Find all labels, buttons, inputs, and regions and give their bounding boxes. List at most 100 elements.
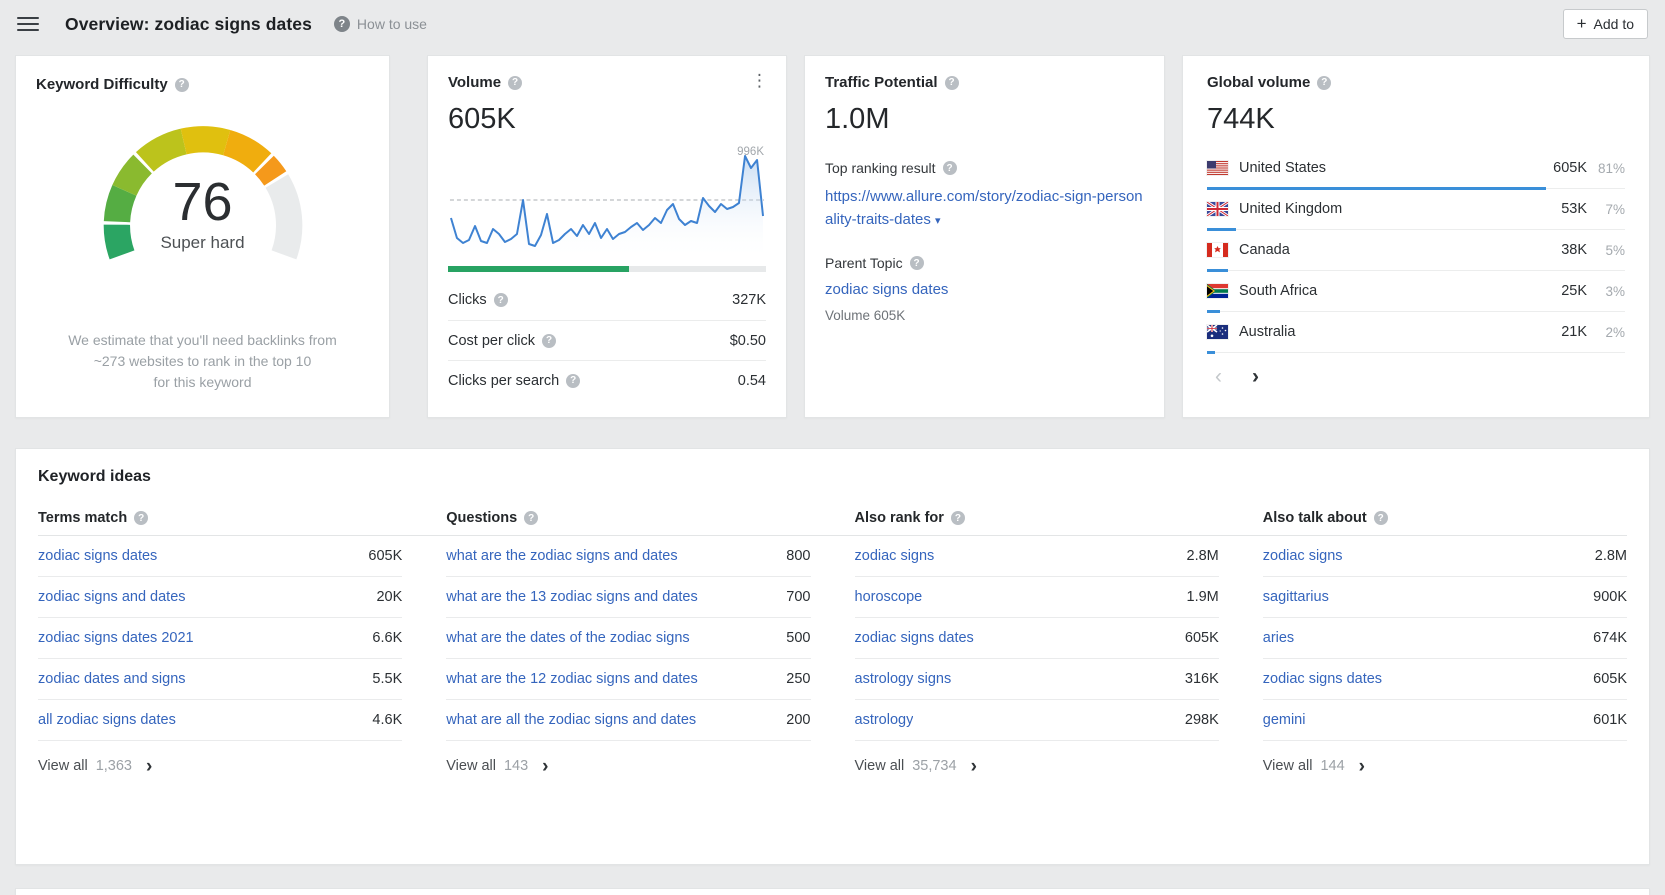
next-page-icon[interactable]: › (1252, 366, 1259, 387)
add-to-label: Add to (1594, 16, 1634, 32)
view-all-count: 144 (1320, 758, 1344, 774)
country-volume: 53K (1532, 201, 1587, 217)
help-icon[interactable] (910, 256, 924, 270)
keyword-link[interactable]: all zodiac signs dates (38, 712, 176, 728)
also-rank-for-column: zodiac signs 2.8M horoscope 1.9M zodiac … (855, 536, 1219, 791)
country-percent: 3% (1587, 284, 1625, 299)
keyword-link[interactable]: astrology signs (855, 671, 952, 687)
help-icon[interactable] (542, 334, 556, 348)
help-icon[interactable] (1374, 511, 1388, 525)
keyword-link[interactable]: zodiac signs dates 2021 (38, 630, 194, 646)
also-rank-for-header: Also rank for (855, 501, 1219, 535)
help-icon[interactable] (134, 511, 148, 525)
note-line: for this keyword (36, 372, 369, 393)
view-all-questions[interactable]: View all 143 › (446, 741, 810, 791)
view-all-count: 143 (504, 758, 528, 774)
help-icon[interactable] (945, 76, 959, 90)
keyword-link[interactable]: what are the 12 zodiac signs and dates (446, 671, 698, 687)
menu-icon[interactable] (17, 13, 39, 35)
clicks-ratio-fill (448, 266, 629, 272)
keyword-link[interactable]: what are the 13 zodiac signs and dates (446, 589, 698, 605)
view-all-terms-match[interactable]: View all 1,363 › (38, 741, 402, 791)
country-percent: 2% (1587, 325, 1625, 340)
keyword-link[interactable]: what are the zodiac signs and dates (446, 548, 677, 564)
view-all-label: View all (38, 758, 88, 774)
view-all-also-talk-about[interactable]: View all 144 › (1263, 741, 1627, 791)
keyword-row: zodiac signs 2.8M (1263, 536, 1627, 577)
keyword-difficulty-label: Keyword Difficulty (36, 76, 168, 93)
keyword-link[interactable]: gemini (1263, 712, 1306, 728)
parent-topic-label: Parent Topic (825, 255, 1144, 271)
also-rank-for-label: Also rank for (855, 510, 944, 526)
keyword-row: what are the dates of the zodiac signs 5… (446, 618, 810, 659)
country-name: Canada (1239, 242, 1532, 258)
help-icon[interactable] (494, 293, 508, 307)
metric-row: Clicks 327K (448, 280, 766, 320)
view-all-also-rank-for[interactable]: View all 35,734 › (855, 741, 1219, 791)
help-icon[interactable] (1317, 76, 1331, 90)
keyword-row: zodiac signs dates 605K (855, 618, 1219, 659)
keyword-link[interactable]: zodiac signs dates (855, 630, 974, 646)
keyword-link[interactable]: zodiac dates and signs (38, 671, 186, 687)
parent-topic-link[interactable]: zodiac signs dates (825, 281, 948, 298)
help-circle-icon (334, 16, 350, 32)
keyword-link[interactable]: what are the dates of the zodiac signs (446, 630, 689, 646)
global-volume-label: Global volume (1207, 74, 1310, 91)
keyword-volume: 4.6K (362, 712, 402, 728)
keyword-volume: 605K (1175, 630, 1219, 646)
keyword-row: gemini 601K (1263, 700, 1627, 741)
keyword-link[interactable]: aries (1263, 630, 1294, 646)
clicks-ratio-bar (448, 266, 766, 272)
terms-match-label: Terms match (38, 510, 127, 526)
us-flag-icon (1207, 161, 1228, 175)
keyword-link[interactable]: horoscope (855, 589, 923, 605)
difficulty-severity: Super hard (87, 233, 319, 253)
prev-page-icon[interactable]: ‹ (1215, 366, 1222, 387)
keyword-row: zodiac signs dates 605K (1263, 659, 1627, 700)
how-to-use-link[interactable]: How to use (334, 16, 427, 32)
help-icon[interactable] (951, 511, 965, 525)
keyword-link[interactable]: zodiac signs dates (38, 548, 157, 564)
keyword-link[interactable]: zodiac signs and dates (38, 589, 186, 605)
keyword-row: astrology 298K (855, 700, 1219, 741)
help-icon[interactable] (508, 76, 522, 90)
metric-label: Cost per click (448, 333, 556, 349)
keyword-link[interactable]: zodiac signs (855, 548, 935, 564)
help-icon[interactable] (943, 161, 957, 175)
traffic-potential-card: Traffic Potential 1.0M Top ranking resul… (804, 55, 1165, 418)
view-all-count: 1,363 (96, 758, 132, 774)
global-volume-value: 744K (1207, 103, 1625, 136)
traffic-potential-title: Traffic Potential (825, 74, 1144, 91)
keyword-row: horoscope 1.9M (855, 577, 1219, 618)
keyword-row: what are the 12 zodiac signs and dates 2… (446, 659, 810, 700)
keyword-volume: 2.8M (1177, 548, 1219, 564)
add-to-button[interactable]: + Add to (1563, 9, 1648, 39)
questions-header: Questions (446, 501, 810, 535)
caret-down-icon: ▾ (935, 215, 941, 227)
keyword-link[interactable]: sagittarius (1263, 589, 1329, 605)
also-talk-about-column: zodiac signs 2.8M sagittarius 900K aries… (1263, 536, 1627, 791)
difficulty-gauge: 76 Super hard (87, 119, 319, 276)
country-row: United Kingdom 53K 7% (1207, 189, 1625, 230)
metric-row: Cost per click $0.50 (448, 320, 766, 360)
top-ranking-url: https://www.allure.com/story/zodiac-sign… (825, 188, 1143, 228)
help-icon[interactable] (175, 78, 189, 92)
how-to-use-label: How to use (357, 16, 427, 32)
keyword-link[interactable]: zodiac signs dates (1263, 671, 1382, 687)
cps-label: Clicks per search (448, 373, 559, 389)
keyword-link[interactable]: zodiac signs (1263, 548, 1343, 564)
help-icon[interactable] (566, 374, 580, 388)
top-ranking-url-link[interactable]: https://www.allure.com/story/zodiac-sign… (825, 186, 1144, 231)
ideas-column-headers: Terms match Questions Also rank for Also… (38, 501, 1627, 536)
help-icon[interactable] (524, 511, 538, 525)
south-africa-flag-icon (1207, 284, 1228, 298)
keyword-row: what are the 13 zodiac signs and dates 7… (446, 577, 810, 618)
country-list: United States 605K 81% United Kingdom 53… (1207, 148, 1625, 353)
country-volume: 21K (1532, 324, 1587, 340)
keyword-volume: 1.9M (1177, 589, 1219, 605)
kebab-menu-icon[interactable]: ⋮ (745, 70, 774, 91)
terms-match-column: zodiac signs dates 605K zodiac signs and… (38, 536, 402, 791)
country-row: Canada 38K 5% (1207, 230, 1625, 271)
keyword-link[interactable]: astrology (855, 712, 914, 728)
keyword-link[interactable]: what are all the zodiac signs and dates (446, 712, 696, 728)
